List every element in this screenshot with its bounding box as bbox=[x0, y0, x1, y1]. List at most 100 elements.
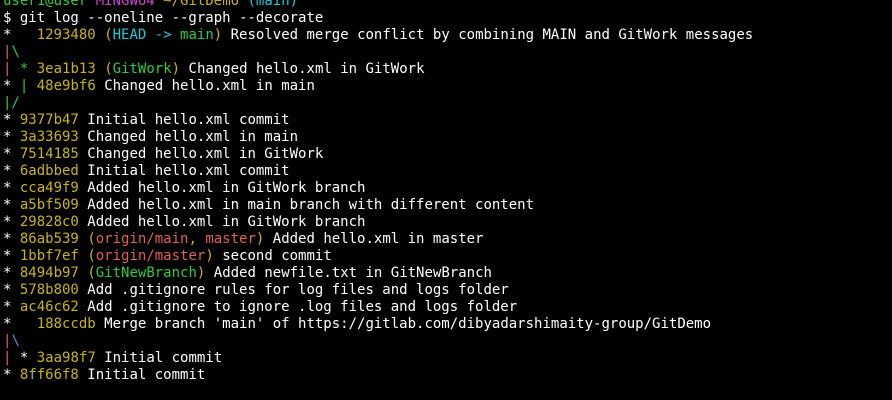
log-line: |\ bbox=[3, 44, 753, 61]
text-segment: ~/GitDemo bbox=[163, 0, 240, 9]
log-line: * 1293480 (HEAD -> main) Resolved merge … bbox=[3, 27, 753, 44]
text-segment: 188ccdb bbox=[36, 316, 96, 332]
text-segment: Changed hello.xml in main bbox=[78, 129, 299, 145]
text-segment: 86ab539 bbox=[19, 231, 79, 247]
text-segment: Changed hello.xml in GitWork bbox=[180, 61, 425, 77]
text-segment: ( bbox=[104, 27, 113, 43]
text-segment: * bbox=[3, 316, 37, 332]
text-segment: * bbox=[3, 248, 20, 264]
text-segment: Added newfile.txt in GitNewBranch bbox=[205, 265, 492, 281]
text-segment: 3aa98f7 bbox=[36, 350, 96, 366]
text-segment bbox=[28, 61, 36, 77]
text-segment: * bbox=[3, 197, 20, 213]
text-segment: * bbox=[3, 163, 20, 179]
text-segment: 1bbf7ef bbox=[19, 248, 79, 264]
text-segment: \ bbox=[11, 333, 20, 349]
text-segment: Initial commit bbox=[78, 367, 206, 383]
text-segment: Added hello.xml in GitWork branch bbox=[78, 214, 366, 230]
text-segment bbox=[155, 0, 163, 9]
text-segment: 1293480 bbox=[36, 27, 96, 43]
log-line: * 9377b47 Initial hello.xml commit bbox=[3, 112, 753, 129]
text-segment: ) bbox=[171, 61, 181, 77]
text-segment: cca49f9 bbox=[19, 180, 79, 196]
text-segment: Initial commit bbox=[95, 350, 223, 366]
log-line: * ac46c62 Add .gitignore to ignore .log … bbox=[3, 299, 753, 316]
terminal-output: user1@user MINGW64 ~/GitDemo (main) $ git… bbox=[3, 0, 753, 384]
text-segment: Resolved merge conflict by combining MAI… bbox=[222, 27, 754, 43]
log-line: |/ bbox=[3, 95, 753, 112]
text-segment: GitWork bbox=[112, 61, 172, 77]
text-segment: , bbox=[188, 231, 206, 247]
log-line: * | 48e9bf6 Changed hello.xml in main bbox=[3, 78, 753, 95]
terminal-window[interactable]: user1@user MINGW64 ~/GitDemo (main) $ git… bbox=[0, 0, 892, 400]
text-segment: 578b800 bbox=[19, 282, 79, 298]
log-line: * 188ccdb Merge branch 'main' of https:/… bbox=[3, 316, 753, 333]
log-line: * 3a33693 Changed hello.xml in main bbox=[3, 129, 753, 146]
text-segment: $ git log --oneline --graph --decorate bbox=[3, 10, 324, 26]
text-segment: 3a33693 bbox=[19, 129, 79, 145]
log-line: * 29828c0 Added hello.xml in GitWork bra… bbox=[3, 214, 753, 231]
text-segment: ( bbox=[87, 231, 96, 247]
text-segment: * bbox=[3, 129, 20, 145]
text-segment: (main) bbox=[247, 0, 299, 9]
text-segment: HEAD -> bbox=[112, 27, 181, 43]
text-segment: Changed hello.xml in GitWork bbox=[78, 146, 324, 162]
text-segment: GitNewBranch bbox=[95, 265, 197, 281]
text-segment: Initial hello.xml commit bbox=[78, 112, 290, 128]
text-segment: |/ bbox=[3, 95, 20, 111]
text-segment: Added hello.xml in main branch with diff… bbox=[78, 197, 535, 213]
log-line: * a5bf509 Added hello.xml in main branch… bbox=[3, 197, 753, 214]
log-line: * 8494b97 (GitNewBranch) Added newfile.t… bbox=[3, 265, 753, 282]
text-segment: 6adbbed bbox=[19, 163, 79, 179]
text-segment: master bbox=[205, 231, 256, 247]
text-segment: Add .gitignore to ignore .log files and … bbox=[78, 299, 518, 315]
prompt-line: user1@user MINGW64 ~/GitDemo (main) bbox=[3, 0, 753, 10]
text-segment: Added hello.xml in GitWork branch bbox=[78, 180, 366, 196]
text-segment bbox=[28, 350, 36, 366]
text-segment: * bbox=[3, 282, 20, 298]
text-segment: origin/main bbox=[95, 231, 189, 247]
text-segment bbox=[87, 0, 95, 9]
text-segment: * bbox=[3, 146, 20, 162]
text-segment: ) bbox=[213, 27, 223, 43]
text-segment bbox=[11, 78, 19, 94]
log-line: | * 3aa98f7 Initial commit bbox=[3, 350, 753, 367]
log-line: | * 3ea1b13 (GitWork) Changed hello.xml … bbox=[3, 61, 753, 78]
text-segment: ( bbox=[104, 61, 113, 77]
text-segment: ( bbox=[87, 265, 96, 281]
text-segment: * bbox=[3, 367, 20, 383]
text-segment: origin/master bbox=[95, 248, 206, 264]
text-segment: 3ea1b13 bbox=[36, 61, 96, 77]
text-segment: Added hello.xml in master bbox=[264, 231, 484, 247]
text-segment: user1@user bbox=[3, 0, 88, 9]
text-segment: Changed hello.xml in main bbox=[95, 78, 315, 94]
text-segment: second commit bbox=[213, 248, 332, 264]
text-segment: 8494b97 bbox=[19, 265, 79, 281]
text-segment: ( bbox=[87, 248, 96, 264]
text-segment bbox=[11, 61, 19, 77]
text-segment: 29828c0 bbox=[19, 214, 79, 230]
log-line: * 7514185 Changed hello.xml in GitWork bbox=[3, 146, 753, 163]
text-segment: Merge branch 'main' of https://gitlab.co… bbox=[95, 316, 712, 332]
log-line: |\ bbox=[3, 333, 753, 350]
log-line: * 578b800 Add .gitignore rules for log f… bbox=[3, 282, 753, 299]
command-line: $ git log --oneline --graph --decorate bbox=[3, 10, 753, 27]
text-segment: * bbox=[3, 180, 20, 196]
text-segment bbox=[11, 350, 19, 366]
text-segment: 7514185 bbox=[19, 146, 79, 162]
log-line: * 8ff66f8 Initial commit bbox=[3, 367, 753, 384]
text-segment bbox=[28, 78, 36, 94]
log-line: * 1bbf7ef (origin/master) second commit bbox=[3, 248, 753, 265]
text-segment: 8ff66f8 bbox=[19, 367, 79, 383]
text-segment: 48e9bf6 bbox=[36, 78, 96, 94]
text-segment: * bbox=[3, 214, 20, 230]
text-segment: * bbox=[3, 231, 20, 247]
log-line: * 86ab539 (origin/main, master) Added he… bbox=[3, 231, 753, 248]
text-segment: MINGW64 bbox=[95, 0, 155, 9]
text-segment: Initial hello.xml commit bbox=[78, 163, 290, 179]
text-segment: \ bbox=[11, 44, 20, 60]
text-segment: main bbox=[180, 27, 214, 43]
text-segment: * bbox=[3, 112, 20, 128]
log-line: * 6adbbed Initial hello.xml commit bbox=[3, 163, 753, 180]
text-segment: Add .gitignore rules for log files and l… bbox=[78, 282, 509, 298]
